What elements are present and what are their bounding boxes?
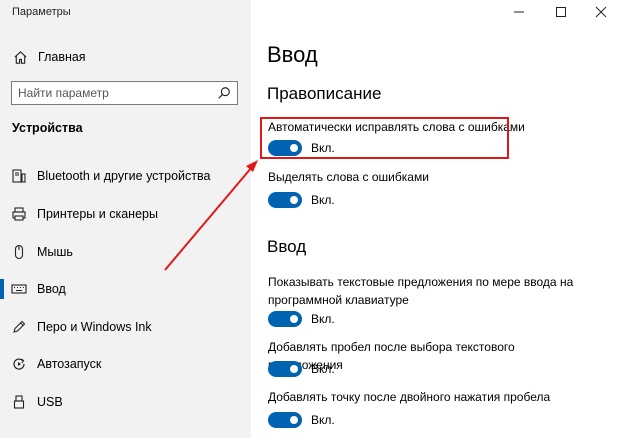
- annotation-arrow: [164, 160, 258, 271]
